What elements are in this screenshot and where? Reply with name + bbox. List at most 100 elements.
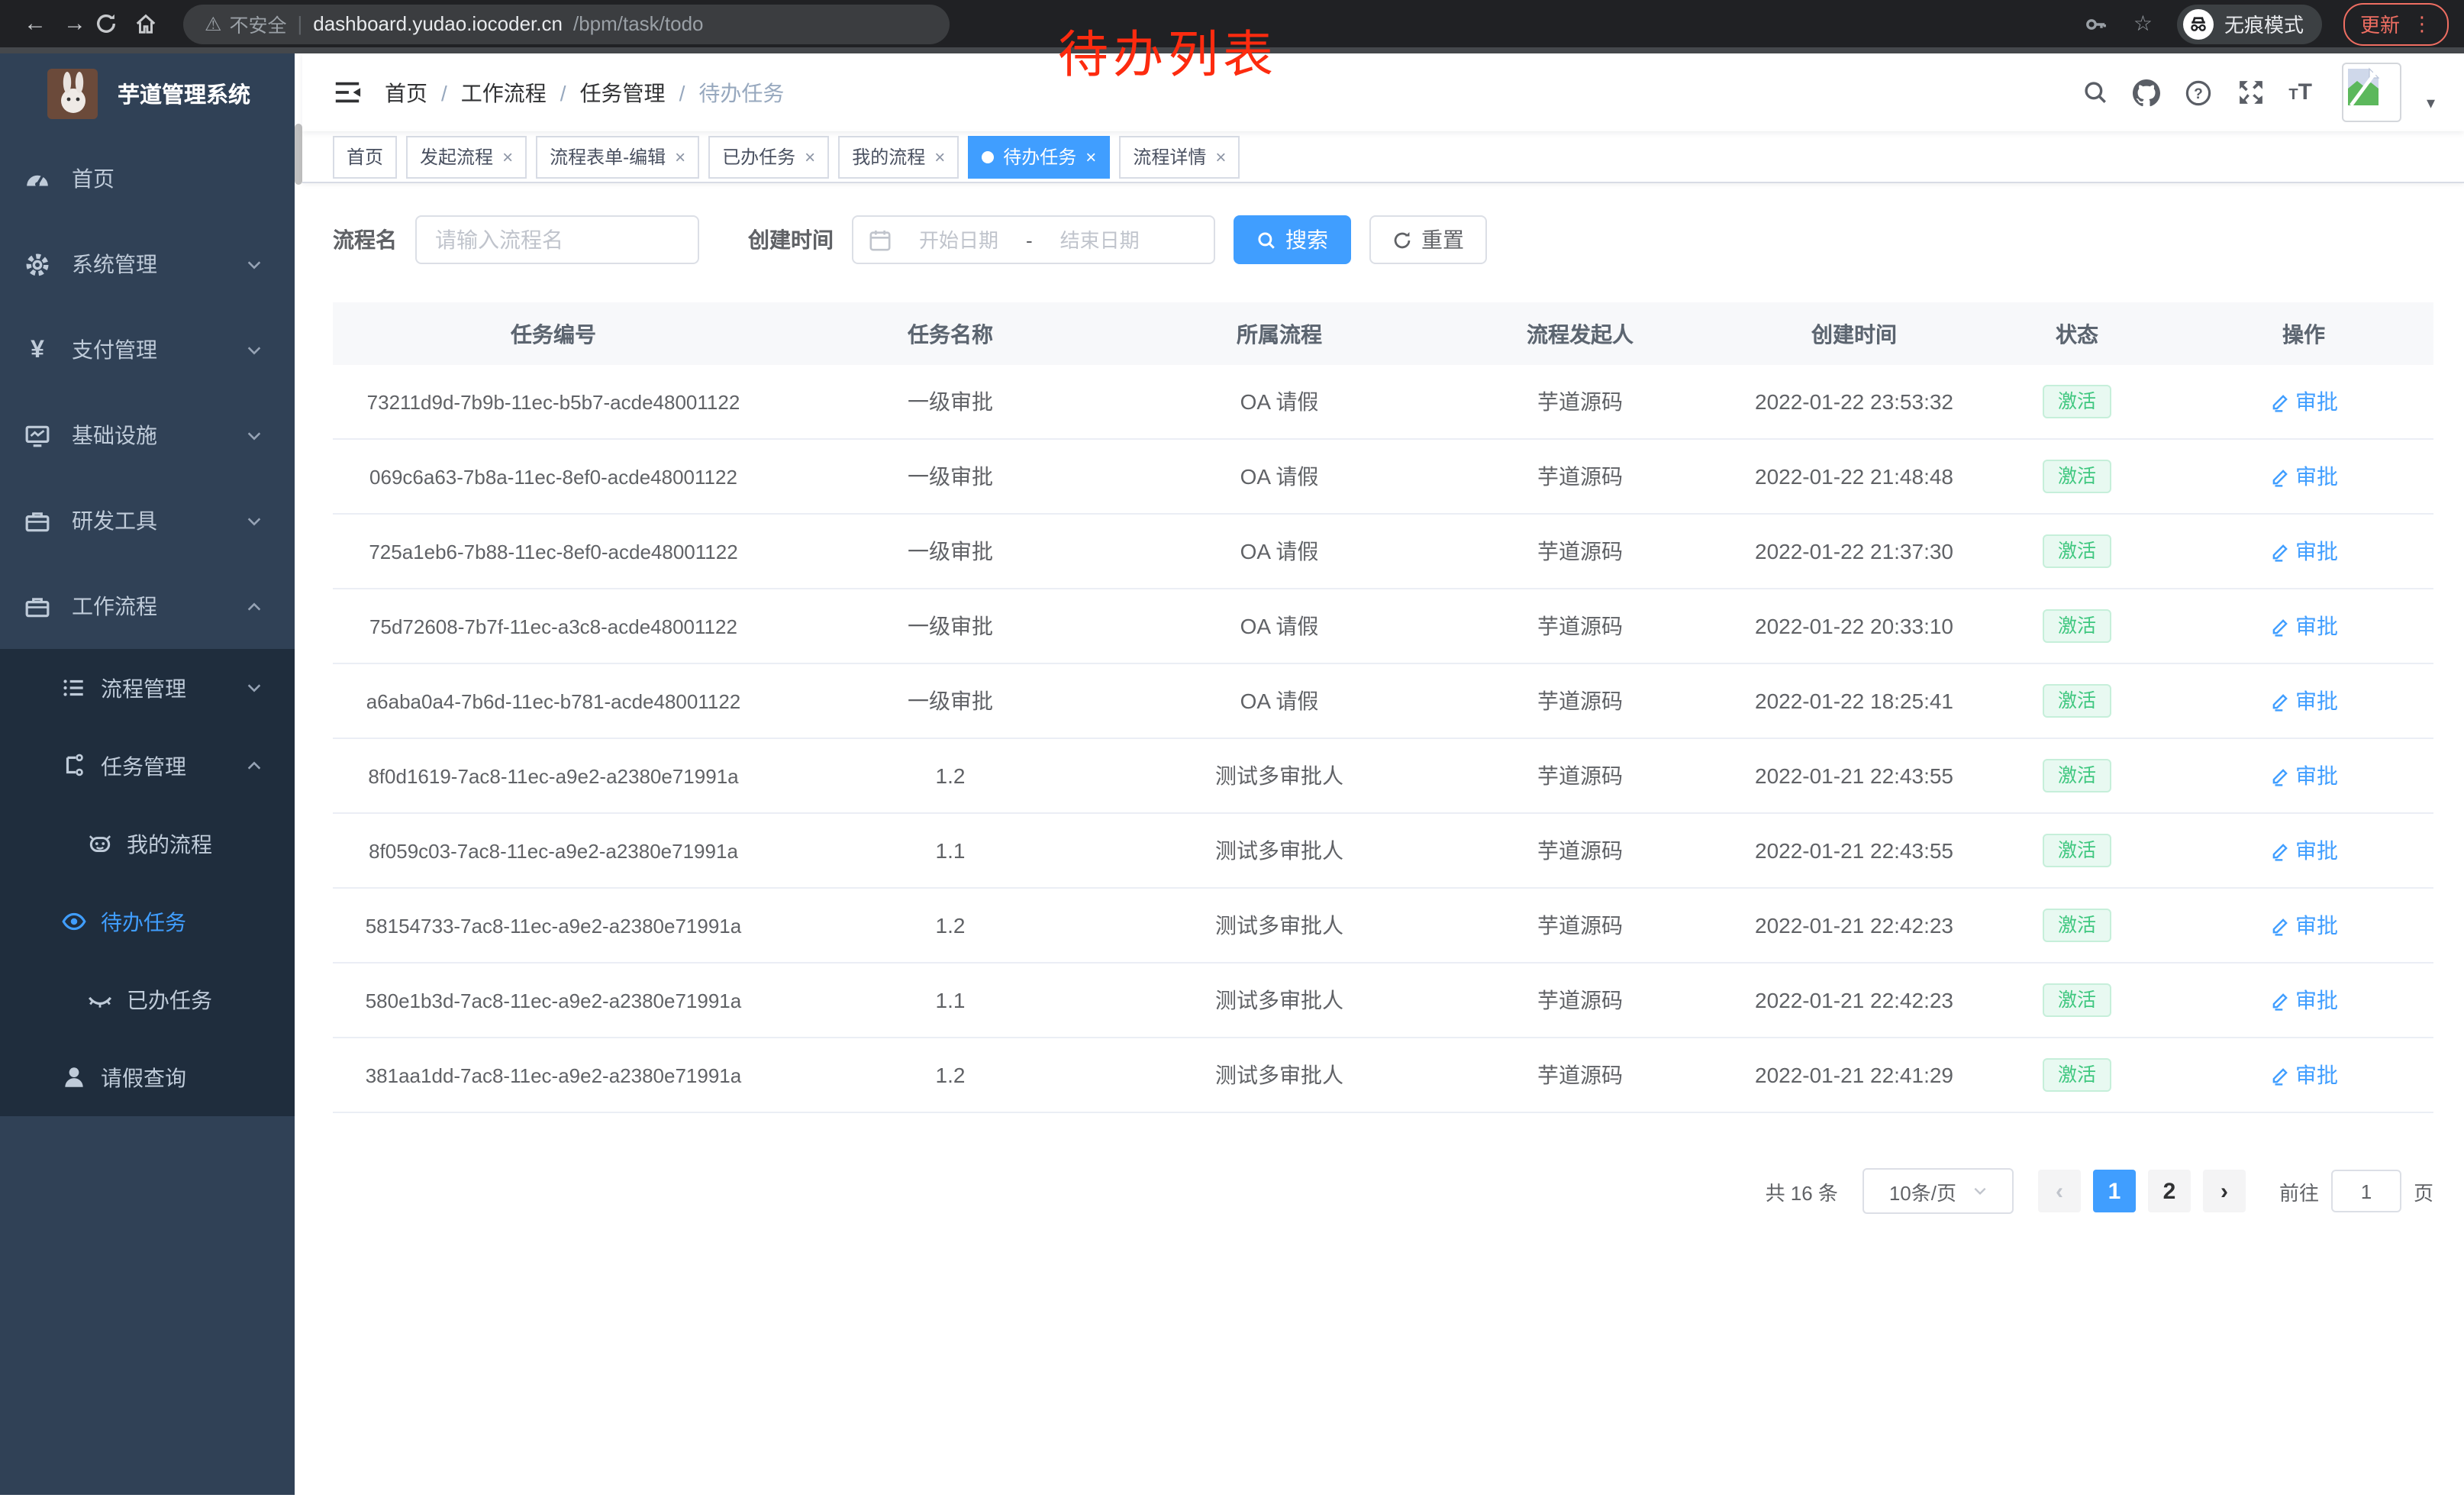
- help-icon[interactable]: ?: [2185, 79, 2212, 106]
- robot-face-icon: [87, 831, 113, 857]
- table-row: 75d72608-7b7f-11ec-a3c8-acde48001122 一级审…: [333, 589, 2433, 664]
- avatar[interactable]: [2343, 63, 2402, 122]
- approve-button[interactable]: 审批: [2269, 910, 2338, 941]
- tab-home[interactable]: 首页: [333, 135, 397, 178]
- start-date-input[interactable]: [898, 227, 1020, 253]
- sidebar-item-payment[interactable]: ¥ 支付管理: [0, 307, 302, 392]
- approve-button[interactable]: 审批: [2269, 985, 2338, 1015]
- browser-reload-icon[interactable]: [95, 12, 134, 35]
- browser-back-icon[interactable]: ←: [15, 11, 55, 37]
- date-range-picker[interactable]: -: [852, 215, 1215, 264]
- sidebar-item-leave-query[interactable]: 请假查询: [0, 1038, 302, 1116]
- breadcrumb-workflow[interactable]: 工作流程: [461, 77, 547, 108]
- create-time: 2022-01-22 23:53:32: [1728, 365, 1980, 438]
- sidebar-collapse-icon[interactable]: [331, 77, 362, 108]
- sidebar-item-label: 工作流程: [72, 591, 157, 621]
- sidebar-item-process-mgmt[interactable]: 流程管理: [0, 649, 302, 727]
- next-page-button[interactable]: ›: [2203, 1170, 2246, 1212]
- approve-button[interactable]: 审批: [2269, 1060, 2338, 1090]
- close-icon[interactable]: ×: [1215, 146, 1226, 167]
- browser-menu-icon[interactable]: ⋮: [2412, 11, 2432, 36]
- close-icon[interactable]: ×: [805, 146, 815, 167]
- sidebar-item-task-mgmt[interactable]: 任务管理: [0, 727, 302, 805]
- create-time: 2022-01-22 20:33:10: [1728, 589, 1980, 663]
- list-icon: [61, 675, 87, 701]
- process-name-label: 流程名: [333, 224, 397, 255]
- browser-update-button[interactable]: 更新 ⋮: [2343, 2, 2449, 45]
- process-name-input[interactable]: [415, 215, 699, 264]
- sidebar-item-todo-tasks[interactable]: 待办任务: [0, 883, 302, 960]
- security-warning[interactable]: ⚠ 不安全: [205, 9, 286, 38]
- search-icon[interactable]: [2081, 79, 2108, 106]
- approve-button[interactable]: 审批: [2269, 461, 2338, 492]
- breadcrumb-home[interactable]: 首页: [385, 77, 427, 108]
- column-header: 任务编号: [333, 302, 774, 365]
- chevron-up-icon: [246, 598, 263, 615]
- approve-button[interactable]: 审批: [2269, 835, 2338, 866]
- sidebar-item-devtools[interactable]: 研发工具: [0, 478, 302, 563]
- password-key-icon[interactable]: [2085, 11, 2109, 36]
- avatar-caret-icon[interactable]: ▾: [2427, 93, 2435, 113]
- process-name: 测试多审批人: [1127, 964, 1432, 1037]
- close-icon[interactable]: ×: [502, 146, 513, 167]
- sidebar-item-done-tasks[interactable]: 已办任务: [0, 960, 302, 1038]
- chevron-down-icon: [246, 341, 263, 358]
- status-badge: 激活: [2043, 609, 2111, 644]
- address-bar[interactable]: ⚠ 不安全 | dashboard.yudao.iocoder.cn/bpm/t…: [183, 4, 950, 44]
- close-icon[interactable]: ×: [675, 146, 685, 167]
- tab-my-process[interactable]: 我的流程×: [838, 135, 959, 178]
- tab-start-process[interactable]: 发起流程×: [406, 135, 527, 178]
- create-time: 2022-01-21 22:42:23: [1728, 964, 1980, 1037]
- sidebar-item-my-process[interactable]: 我的流程: [0, 805, 302, 883]
- approve-button[interactable]: 审批: [2269, 686, 2338, 716]
- tab-done-tasks[interactable]: 已办任务×: [708, 135, 829, 178]
- approve-button[interactable]: 审批: [2269, 536, 2338, 567]
- tab-todo-tasks[interactable]: 待办任务×: [968, 135, 1110, 178]
- filter-form: 流程名 创建时间 - 搜索 重置: [333, 215, 2433, 264]
- approve-button[interactable]: 审批: [2269, 611, 2338, 641]
- close-icon[interactable]: ×: [1085, 146, 1096, 167]
- task-id: 580e1b3d-7ac8-11ec-a9e2-a2380e71991a: [333, 964, 774, 1037]
- sidebar-scrollbar-track[interactable]: [295, 53, 302, 1495]
- close-icon[interactable]: ×: [934, 146, 945, 167]
- reset-button[interactable]: 重置: [1369, 215, 1487, 264]
- page-size-select[interactable]: 10条/页: [1863, 1168, 2014, 1214]
- process-name: 测试多审批人: [1127, 1038, 1432, 1112]
- page-2-button[interactable]: 2: [2148, 1170, 2191, 1212]
- status-badge: 激活: [2043, 1058, 2111, 1093]
- fullscreen-icon[interactable]: [2237, 79, 2264, 106]
- task-name: 一级审批: [774, 440, 1127, 513]
- app-logo[interactable]: 芋道管理系统: [0, 56, 302, 130]
- browser-home-icon[interactable]: [134, 12, 174, 35]
- search-button[interactable]: 搜索: [1234, 215, 1351, 264]
- approve-button[interactable]: 审批: [2269, 760, 2338, 791]
- tab-process-form-edit[interactable]: 流程表单-编辑×: [536, 135, 699, 178]
- task-id: 8f059c03-7ac8-11ec-a9e2-a2380e71991a: [333, 814, 774, 887]
- approve-button[interactable]: 审批: [2269, 386, 2338, 417]
- tab-process-detail[interactable]: 流程详情×: [1119, 135, 1240, 178]
- prev-page-button[interactable]: ‹: [2038, 1170, 2081, 1212]
- sidebar-item-workflow[interactable]: 工作流程: [0, 563, 302, 649]
- sidebar-item-infrastructure[interactable]: 基础设施: [0, 392, 302, 478]
- process-name: OA 请假: [1127, 440, 1432, 513]
- monitor-chart-icon: [24, 422, 50, 448]
- page-1-button[interactable]: 1: [2093, 1170, 2136, 1212]
- sidebar-item-home[interactable]: 首页: [0, 136, 302, 221]
- github-icon[interactable]: [2133, 79, 2160, 106]
- browser-forward-icon[interactable]: →: [55, 11, 95, 37]
- status-badge: 激活: [2043, 834, 2111, 868]
- sidebar-scrollbar-thumb[interactable]: [295, 124, 302, 185]
- task-id: 75d72608-7b7f-11ec-a3c8-acde48001122: [333, 589, 774, 663]
- table-row: 73211d9d-7b9b-11ec-b5b7-acde48001122 一级审…: [333, 365, 2433, 440]
- sidebar-item-label: 研发工具: [72, 505, 157, 536]
- font-size-icon[interactable]: TT: [2288, 79, 2312, 105]
- breadcrumb-task-mgmt[interactable]: 任务管理: [580, 77, 666, 108]
- end-date-input[interactable]: [1039, 227, 1161, 253]
- goto-page-input[interactable]: [2331, 1170, 2401, 1212]
- bookmark-star-icon[interactable]: ☆: [2133, 11, 2153, 37]
- create-time: 2022-01-22 21:48:48: [1728, 440, 1980, 513]
- column-header: 状态: [1980, 302, 2174, 365]
- browser-toolbar: ← → ⚠ 不安全 | dashboard.yudao.iocoder.cn/b…: [0, 0, 2464, 53]
- sidebar-item-system[interactable]: 系统管理: [0, 221, 302, 307]
- sidebar-item-label: 任务管理: [101, 750, 186, 781]
